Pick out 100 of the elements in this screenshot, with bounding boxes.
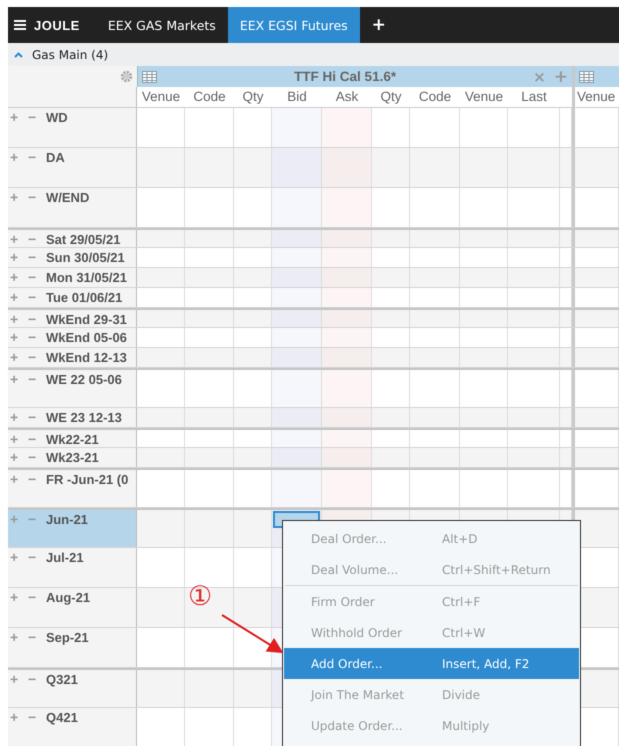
table-cell[interactable]: [322, 370, 372, 407]
table-cell[interactable]: [272, 348, 322, 367]
table-cell[interactable]: [410, 148, 460, 187]
table-cell[interactable]: [508, 328, 560, 347]
table-cell[interactable]: [508, 230, 560, 247]
row-header[interactable]: + − WkEnd 29-31: [8, 310, 137, 327]
grid-icon[interactable]: [142, 70, 157, 82]
table-cell[interactable]: [137, 588, 185, 627]
collapse-icon[interactable]: −: [28, 330, 42, 345]
column-header[interactable]: Venue: [137, 87, 185, 107]
table-cell[interactable]: [460, 328, 508, 347]
tab[interactable]: EEX GAS Markets: [96, 7, 228, 43]
table-cell[interactable]: [372, 408, 410, 427]
table-cell[interactable]: [460, 248, 508, 267]
table-cell[interactable]: [272, 448, 322, 467]
table-cell[interactable]: [137, 188, 185, 227]
row-header[interactable]: + − WE 23 12-13: [8, 408, 137, 427]
collapse-icon[interactable]: −: [28, 232, 42, 247]
row-header[interactable]: + − FR -Jun-21 (0: [8, 470, 137, 507]
table-cell[interactable]: [372, 248, 410, 267]
table-cell[interactable]: [137, 448, 185, 467]
table-cell[interactable]: [234, 248, 272, 267]
table-cell[interactable]: [460, 310, 508, 327]
table-cell[interactable]: [572, 148, 619, 187]
table-cell[interactable]: [234, 588, 272, 627]
table-cell[interactable]: [460, 408, 508, 427]
table-cell[interactable]: [572, 448, 619, 467]
table-cell[interactable]: [234, 408, 272, 427]
table-cell[interactable]: [185, 448, 234, 467]
table-cell[interactable]: [410, 108, 460, 147]
table-cell[interactable]: [137, 370, 185, 407]
table-cell[interactable]: [234, 670, 272, 707]
expand-icon[interactable]: +: [10, 190, 24, 205]
collapse-icon[interactable]: −: [28, 190, 42, 205]
expand-icon[interactable]: +: [10, 232, 24, 247]
table-cell[interactable]: [234, 148, 272, 187]
table-cell[interactable]: [410, 430, 460, 447]
table-cell[interactable]: [234, 470, 272, 507]
expand-icon[interactable]: +: [10, 710, 24, 725]
table-cell[interactable]: [185, 108, 234, 147]
table-cell[interactable]: [572, 370, 619, 407]
expand-icon[interactable]: +: [10, 250, 24, 265]
close-button[interactable]: ×: [533, 68, 546, 86]
table-cell[interactable]: [234, 708, 272, 746]
table-cell[interactable]: [372, 370, 410, 407]
table-cell[interactable]: [234, 628, 272, 667]
collapse-icon[interactable]: −: [28, 290, 42, 305]
table-cell[interactable]: [460, 470, 508, 507]
row-header[interactable]: + − W/END: [8, 188, 137, 227]
table-cell[interactable]: [508, 108, 560, 147]
caret-icon[interactable]: [14, 52, 23, 58]
collapse-icon[interactable]: −: [28, 590, 42, 605]
expand-icon[interactable]: +: [10, 432, 24, 447]
table-cell[interactable]: [185, 348, 234, 367]
table-cell[interactable]: [272, 288, 322, 307]
table-cell[interactable]: [234, 370, 272, 407]
collapse-icon[interactable]: −: [28, 410, 42, 425]
table-cell[interactable]: [185, 670, 234, 707]
collapse-icon[interactable]: −: [28, 350, 42, 365]
table-cell[interactable]: [272, 310, 322, 327]
collapse-icon[interactable]: −: [28, 512, 42, 527]
menu-icon[interactable]: [14, 20, 26, 30]
table-cell[interactable]: [508, 188, 560, 227]
table-cell[interactable]: [137, 408, 185, 427]
table-cell[interactable]: [137, 148, 185, 187]
table-cell[interactable]: [460, 188, 508, 227]
table-cell[interactable]: [185, 328, 234, 347]
table-cell[interactable]: [372, 448, 410, 467]
column-header[interactable]: Code: [410, 87, 460, 107]
collapse-icon[interactable]: −: [28, 472, 42, 487]
table-cell[interactable]: [234, 548, 272, 587]
table-cell[interactable]: [185, 148, 234, 187]
table-cell[interactable]: [234, 268, 272, 287]
column-header[interactable]: Code: [185, 87, 234, 107]
column-header[interactable]: Venue: [572, 87, 619, 107]
table-cell[interactable]: [185, 370, 234, 407]
expand-icon[interactable]: +: [10, 472, 24, 487]
table-cell[interactable]: [372, 108, 410, 147]
menu-item[interactable]: Add Order... Insert, Add, F2: [284, 648, 579, 679]
table-cell[interactable]: [372, 288, 410, 307]
table-cell[interactable]: [322, 328, 372, 347]
table-cell[interactable]: [272, 268, 322, 287]
collapse-icon[interactable]: −: [28, 110, 42, 125]
expand-icon[interactable]: +: [10, 550, 24, 565]
expand-icon[interactable]: +: [10, 372, 24, 387]
row-header[interactable]: + − Wk23-21: [8, 448, 137, 467]
table-cell[interactable]: [272, 248, 322, 267]
table-cell[interactable]: [460, 370, 508, 407]
table-cell[interactable]: [185, 408, 234, 427]
table-cell[interactable]: [460, 288, 508, 307]
expand-icon[interactable]: +: [10, 672, 24, 687]
table-cell[interactable]: [572, 188, 619, 227]
expand-icon[interactable]: +: [10, 290, 24, 305]
settings-icon[interactable]: [120, 70, 133, 83]
table-cell[interactable]: [372, 268, 410, 287]
table-cell[interactable]: [410, 268, 460, 287]
table-cell[interactable]: [508, 310, 560, 327]
row-header[interactable]: + − Tue 01/06/21: [8, 288, 137, 307]
table-cell[interactable]: [234, 230, 272, 247]
table-cell[interactable]: [137, 510, 185, 547]
